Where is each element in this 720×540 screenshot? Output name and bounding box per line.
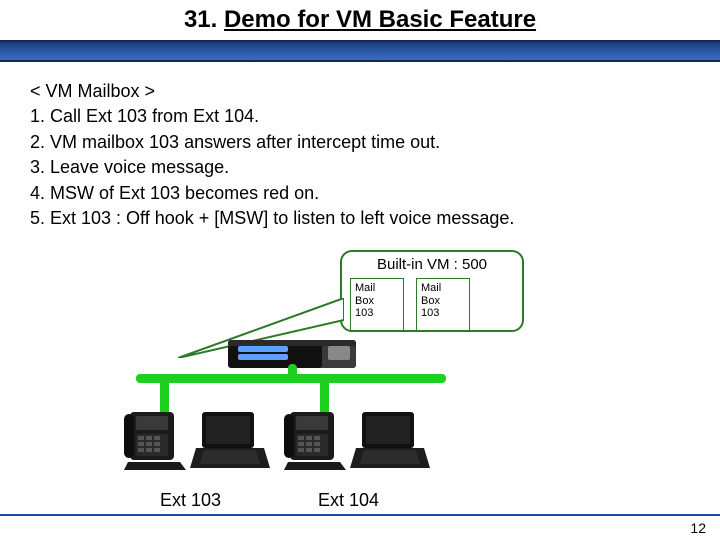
step-2: 2. VM mailbox 103 answers after intercep… xyxy=(30,131,690,154)
mailbox-cell-2-line2: Box xyxy=(421,295,465,308)
footer-rule xyxy=(0,514,720,516)
mailbox-cell-1-line1: Mail xyxy=(355,282,399,295)
step-3: 3. Leave voice message. xyxy=(30,156,690,179)
steps-heading: < VM Mailbox > xyxy=(30,80,690,103)
slide: 31. Demo for VM Basic Feature < VM Mailb… xyxy=(0,0,720,540)
title-prefix: 31. xyxy=(184,6,224,33)
body-text: < VM Mailbox > 1. Call Ext 103 from Ext … xyxy=(30,78,690,232)
title-bar: 31. Demo for VM Basic Feature xyxy=(0,0,720,62)
label-ext104: Ext 104 xyxy=(318,490,379,511)
mailbox-cell-1-line2: Box xyxy=(355,295,399,308)
mailbox-cell-1-line3: 103 xyxy=(355,307,399,320)
step-4: 4. MSW of Ext 103 becomes red on. xyxy=(30,182,690,205)
deskphone-icon xyxy=(284,406,348,472)
mailbox-cells: Mail Box 103 Mail Box 103 xyxy=(350,278,470,332)
vm-title: Built-in VM : 500 xyxy=(342,252,522,273)
deskphone-icon xyxy=(124,406,188,472)
mailbox-cell-1: Mail Box 103 xyxy=(350,278,404,332)
step-1: 1. Call Ext 103 from Ext 104. xyxy=(30,105,690,128)
slide-title: 31. Demo for VM Basic Feature xyxy=(0,6,720,34)
cable-bus xyxy=(136,374,446,383)
workstation-ext103 xyxy=(124,402,274,482)
diagram: Built-in VM : 500 Mail Box 103 Mail Box … xyxy=(60,250,600,490)
step-5: 5. Ext 103 : Off hook + [MSW] to listen … xyxy=(30,207,690,230)
title-stripe xyxy=(0,40,720,62)
laptop-icon xyxy=(350,410,430,474)
label-ext103: Ext 103 xyxy=(160,490,221,511)
mailbox-cell-2: Mail Box 103 xyxy=(416,278,470,332)
laptop-icon xyxy=(190,410,270,474)
mailbox-cell-2-line3: 103 xyxy=(421,307,465,320)
mailbox-cell-2-line1: Mail xyxy=(421,282,465,295)
builtin-vm-box: Built-in VM : 500 Mail Box 103 Mail Box … xyxy=(340,250,524,332)
workstation-ext104 xyxy=(284,402,434,482)
page-number: 12 xyxy=(690,520,706,536)
title-link[interactable]: Demo for VM Basic Feature xyxy=(224,6,536,33)
